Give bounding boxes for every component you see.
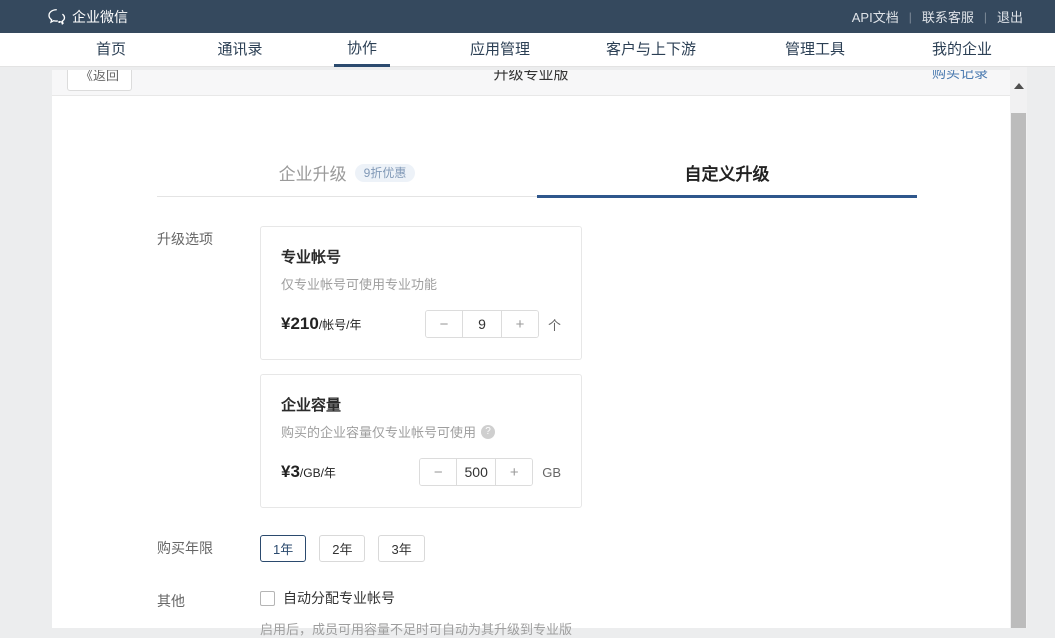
wecom-logo-icon: [48, 9, 66, 25]
duration-label: 购买年限: [157, 535, 260, 558]
main-nav: 首页 通讯录 协作 应用管理 客户与上下游 管理工具 我的企业: [0, 33, 1055, 67]
auto-assign-option[interactable]: 自动分配专业帐号: [260, 588, 572, 608]
app-logo[interactable]: 企业微信: [48, 7, 128, 27]
tab-enterprise-upgrade[interactable]: 企业升级 9折优惠: [157, 149, 537, 196]
auto-assign-label: 自动分配专业帐号: [283, 588, 395, 608]
topbar: 企业微信 API文档 | 联系客服 | 退出: [0, 0, 1055, 33]
divider: |: [984, 10, 987, 24]
scroll-up-button[interactable]: [1010, 79, 1027, 93]
api-docs-link[interactable]: API文档: [852, 7, 899, 26]
quantity-value[interactable]: 500: [456, 459, 496, 485]
nav-tab-customers[interactable]: 客户与上下游: [593, 33, 709, 67]
page-title: 升级专业版: [493, 70, 568, 84]
info-icon[interactable]: ?: [481, 425, 495, 439]
card-description-text: 购买的企业容量仅专业帐号可使用: [281, 422, 476, 441]
auto-assign-description: 启用后，成员可用容量不足时可自动为其升级到专业版: [260, 619, 572, 638]
minus-button[interactable]: −: [420, 459, 456, 485]
option-cards: 专业帐号 仅专业帐号可使用专业功能 ¥210/帐号/年 − 9 +: [260, 226, 582, 508]
storage-stepper: − 500 + GB: [419, 458, 561, 486]
other-label: 其他: [157, 588, 260, 638]
price-row: ¥210/帐号/年 − 9 + 个: [281, 310, 561, 338]
card-title: 专业帐号: [281, 246, 561, 267]
upgrade-options-label: 升级选项: [157, 226, 260, 508]
card-description: 仅专业帐号可使用专业功能: [281, 274, 561, 293]
nav-tab-app-management[interactable]: 应用管理: [457, 33, 543, 67]
plus-button[interactable]: +: [502, 311, 538, 337]
card-description: 购买的企业容量仅专业帐号可使用 ?: [281, 422, 561, 441]
upgrade-form: 升级选项 专业帐号 仅专业帐号可使用专业功能 ¥210/帐号/年 − 9: [52, 226, 1010, 638]
nav-tab-contacts[interactable]: 通讯录: [204, 33, 275, 67]
upgrade-tabs: 企业升级 9折优惠 自定义升级: [157, 149, 917, 197]
price-unit: /帐号/年: [319, 318, 362, 332]
card-title: 企业容量: [281, 394, 561, 415]
back-button[interactable]: 《返回: [67, 70, 132, 91]
other-content: 自动分配专业帐号 启用后，成员可用容量不足时可自动为其升级到专业版: [260, 588, 572, 638]
price-unit: /GB/年: [300, 466, 336, 480]
tab-label: 企业升级: [279, 160, 347, 185]
quantity-unit: 个: [548, 315, 561, 334]
vertical-scrollbar[interactable]: [1010, 67, 1027, 628]
discount-badge: 9折优惠: [355, 164, 416, 182]
duration-2year-button[interactable]: 2年: [319, 535, 365, 562]
price: ¥210/帐号/年: [281, 314, 362, 334]
scrollbar-thumb[interactable]: [1011, 113, 1026, 628]
nav-tab-admin-tools[interactable]: 管理工具: [772, 33, 858, 67]
panel-header: 《返回 升级专业版 购买记录: [52, 70, 1010, 96]
contact-support-link[interactable]: 联系客服: [922, 7, 974, 26]
pro-account-card: 专业帐号 仅专业帐号可使用专业功能 ¥210/帐号/年 − 9 +: [260, 226, 582, 360]
duration-3year-button[interactable]: 3年: [378, 535, 424, 562]
quantity-unit: GB: [542, 465, 561, 480]
tab-label: 自定义升级: [685, 160, 770, 185]
nav-tab-home[interactable]: 首页: [83, 33, 139, 67]
minus-button[interactable]: −: [426, 311, 462, 337]
up-arrow-icon: [1014, 83, 1024, 89]
other-row: 其他 自动分配专业帐号 启用后，成员可用容量不足时可自动为其升级到专业版: [157, 588, 1010, 638]
quantity-stepper: − 500 +: [419, 458, 533, 486]
divider: |: [909, 10, 912, 24]
price-row: ¥3/GB/年 − 500 + GB: [281, 458, 561, 486]
quantity-stepper: − 9 +: [425, 310, 539, 338]
duration-row: 购买年限 1年 2年 3年: [157, 535, 1010, 562]
content-panel: 《返回 升级专业版 购买记录 企业升级 9折优惠 自定义升级 升级选项 专业帐号…: [52, 70, 1010, 628]
price-amount: ¥3: [281, 462, 300, 481]
price: ¥3/GB/年: [281, 462, 336, 482]
auto-assign-checkbox[interactable]: [260, 591, 275, 606]
nav-tab-my-company[interactable]: 我的企业: [919, 33, 1005, 67]
logout-link[interactable]: 退出: [997, 7, 1023, 26]
quantity-value[interactable]: 9: [462, 311, 502, 337]
storage-card: 企业容量 购买的企业容量仅专业帐号可使用 ? ¥3/GB/年 − 500: [260, 374, 582, 508]
duration-options: 1年 2年 3年: [260, 535, 425, 562]
account-stepper: − 9 + 个: [425, 310, 561, 338]
duration-1year-button[interactable]: 1年: [260, 535, 306, 562]
plus-button[interactable]: +: [496, 459, 532, 485]
purchase-records-link[interactable]: 购买记录: [932, 70, 988, 83]
tab-custom-upgrade[interactable]: 自定义升级: [537, 149, 917, 196]
topbar-links: API文档 | 联系客服 | 退出: [852, 7, 1023, 26]
nav-tab-collaboration[interactable]: 协作: [334, 33, 390, 67]
upgrade-options-row: 升级选项 专业帐号 仅专业帐号可使用专业功能 ¥210/帐号/年 − 9: [157, 226, 1010, 508]
app-title: 企业微信: [72, 7, 128, 27]
price-amount: ¥210: [281, 314, 319, 333]
